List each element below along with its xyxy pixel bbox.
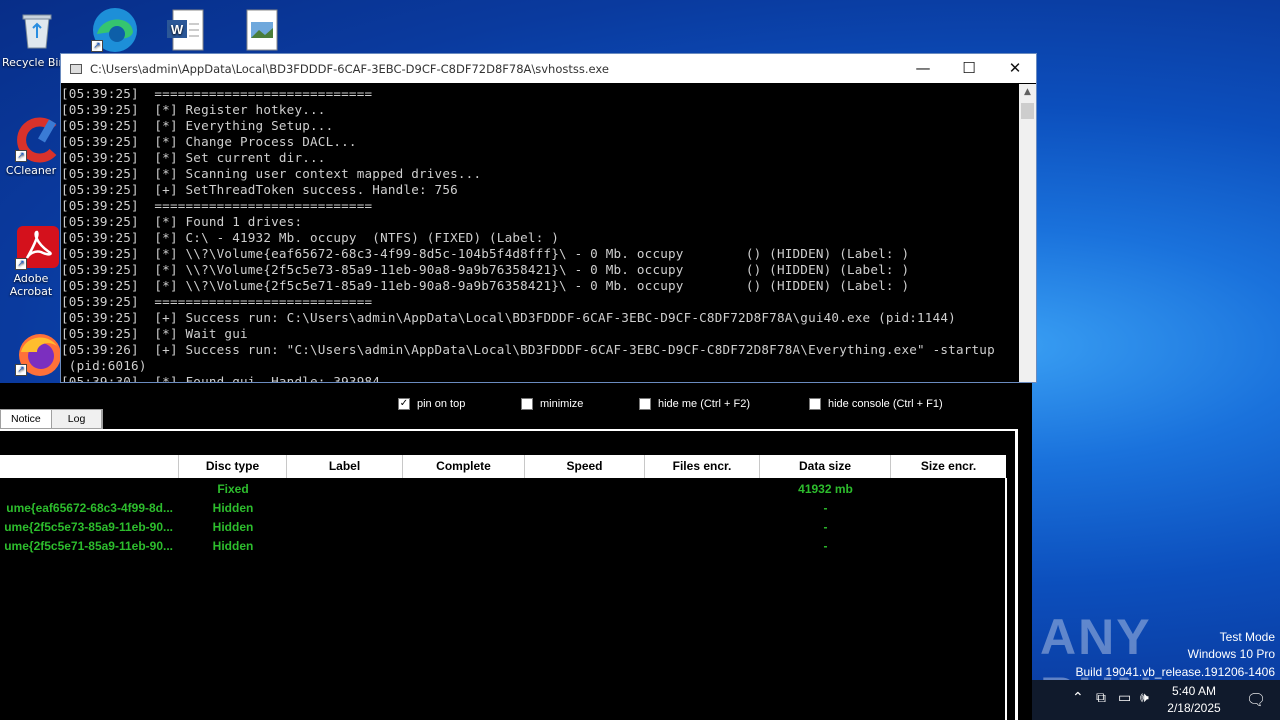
table-row[interactable]: Fixed 41932 mb: [0, 480, 1006, 499]
checkbox-label: hide console (Ctrl + F1): [828, 398, 943, 410]
console-title: C:\Users\admin\AppData\Local\BD3FDDDF-6C…: [90, 61, 609, 76]
console-line: [05:39:25] [+] SetThreadToken success. H…: [61, 182, 458, 197]
firefox-icon: ↗: [15, 330, 61, 376]
shortcut-arrow-icon: ↗: [15, 364, 27, 376]
image-file-icon: [239, 8, 283, 52]
console-line: [05:39:25] [*] \\?\Volume{eaf65672-68c3-…: [61, 246, 910, 261]
ccleaner-icon: ↗: [15, 116, 59, 163]
table-row[interactable]: ume{2f5c5e71-85a9-11eb-90... Hidden -: [0, 537, 1006, 556]
word-doc-icon: W: [163, 8, 207, 52]
drives-panel: Disc type Label Complete Speed Files enc…: [0, 429, 1018, 720]
close-button[interactable]: ✕: [992, 54, 1038, 83]
gui-options-bar: ✓ pin on top minimize hide me (Ctrl + F2…: [394, 383, 1032, 428]
desktop-icon-label: CCleaner: [5, 164, 57, 177]
taskbar: ⌃ ⧉ ▭ 🕪 5:40 AM 2/18/2025 🗨: [1032, 680, 1280, 720]
shortcut-arrow-icon: ↗: [15, 258, 27, 270]
recycle-bin-icon: [15, 8, 59, 52]
tab-notice[interactable]: Notice: [1, 410, 52, 428]
console-line: [05:39:25] [*] Found 1 drives:: [61, 214, 303, 229]
shortcut-arrow-icon: ↗: [91, 40, 103, 52]
console-scrollbar[interactable]: ▲: [1019, 84, 1036, 382]
column-header-path[interactable]: [0, 455, 179, 478]
checkmark-icon: ✓: [398, 398, 410, 410]
column-header-speed[interactable]: Speed: [525, 455, 645, 478]
desktop-icon-label: Adobe Acrobat: [9, 272, 53, 298]
column-header-complete[interactable]: Complete: [403, 455, 525, 478]
acrobat-icon: ↗: [15, 224, 59, 270]
table-row[interactable]: ume{eaf65672-68c3-4f99-8d... Hidden -: [0, 499, 1006, 518]
console-line: (pid:6016): [61, 358, 147, 373]
chevron-up-icon[interactable]: ⌃: [1072, 690, 1084, 706]
ransom-gui-window: Notice Log ✓ pin on top minimize hide me…: [0, 383, 1032, 720]
console-line: [05:39:26] [+] Success run: "C:\Users\ad…: [61, 342, 995, 357]
desktop-icon-word-doc[interactable]: W: [150, 8, 220, 56]
console-titlebar[interactable]: C:\Users\admin\AppData\Local\BD3FDDDF-6C…: [61, 54, 1036, 83]
checkbox-label: pin on top: [417, 398, 466, 410]
console-line: [05:39:25] [*] Register hotkey...: [61, 102, 326, 117]
desktop-icon-edge[interactable]: ↗: [78, 6, 148, 54]
computer-icon[interactable]: ▭: [1118, 690, 1131, 706]
table-row[interactable]: ume{2f5c5e73-85a9-11eb-90... Hidden -: [0, 518, 1006, 537]
minimize-checkbox[interactable]: minimize: [521, 398, 583, 410]
console-line: [05:39:25] [*] Wait gui: [61, 326, 248, 341]
column-header-size-encr[interactable]: Size encr.: [891, 455, 1006, 478]
system-clock[interactable]: 5:40 AM 2/18/2025: [1158, 683, 1230, 717]
edge-icon: ↗: [91, 6, 137, 52]
hide-me-checkbox[interactable]: hide me (Ctrl + F2): [639, 398, 750, 410]
console-app-icon: [70, 63, 82, 74]
console-line: [05:39:25] ============================: [61, 294, 373, 309]
network-icon[interactable]: ⧉: [1096, 690, 1106, 706]
clock-date: 2/18/2025: [1167, 701, 1221, 715]
table-header: Disc type Label Complete Speed Files enc…: [0, 455, 1006, 478]
gui-tab-bar: Notice Log: [0, 409, 104, 429]
column-header-data-size[interactable]: Data size: [760, 455, 891, 478]
console-output[interactable]: [05:39:25] ============================ …: [61, 84, 1018, 382]
speaker-icon[interactable]: 🕪: [1140, 690, 1149, 706]
console-line: [05:39:25] ============================: [61, 198, 373, 213]
console-line: [05:39:25] [*] Set current dir...: [61, 150, 326, 165]
desktop-icon-label: Recycle Bin: [2, 56, 60, 69]
scrollbar-thumb[interactable]: [1021, 103, 1034, 119]
console-line: [05:39:25] [*] Everything Setup...: [61, 118, 334, 133]
maximize-button[interactable]: ☐: [946, 54, 992, 83]
column-header-label[interactable]: Label: [287, 455, 403, 478]
clock-time: 5:40 AM: [1171, 684, 1217, 698]
console-line: [05:39:25] ============================: [61, 86, 373, 101]
watermark-build: Build 19041.vb_release.191206-1406: [1075, 665, 1276, 679]
console-line: [05:39:25] [*] Scanning user context map…: [61, 166, 482, 181]
column-header-files-encr[interactable]: Files encr.: [645, 455, 760, 478]
console-line: [05:39:25] [*] C:\ - 41932 Mb. occupy (N…: [61, 230, 560, 245]
checkbox-label: hide me (Ctrl + F2): [658, 398, 750, 410]
pin-on-top-checkbox[interactable]: ✓ pin on top: [398, 398, 465, 410]
console-line: [05:39:30] [*] Found gui. Handle: 393984: [61, 374, 381, 382]
minimize-button[interactable]: —: [900, 54, 946, 83]
console-line: [05:39:25] [*] Change Process DACL...: [61, 134, 357, 149]
shortcut-arrow-icon: ↗: [15, 150, 27, 162]
console-line: [05:39:25] [+] Success run: C:\Users\adm…: [61, 310, 956, 325]
watermark-edition: Windows 10 Pro: [1187, 647, 1275, 661]
scroll-up-icon[interactable]: ▲: [1019, 84, 1036, 101]
notification-icon[interactable]: 🗨: [1246, 690, 1266, 709]
tab-log[interactable]: Log: [52, 410, 103, 428]
table-divider: [1005, 478, 1007, 720]
hide-console-checkbox[interactable]: hide console (Ctrl + F1): [809, 398, 943, 410]
console-line: [05:39:25] [*] \\?\Volume{2f5c5e71-85a9-…: [61, 278, 910, 293]
column-header-disc-type[interactable]: Disc type: [179, 455, 287, 478]
console-window: C:\Users\admin\AppData\Local\BD3FDDDF-6C…: [60, 53, 1037, 383]
watermark-test-mode: Test Mode: [1219, 630, 1275, 644]
desktop-icon-image-file[interactable]: [226, 8, 296, 56]
svg-text:W: W: [171, 22, 184, 37]
checkbox-label: minimize: [540, 398, 584, 410]
console-line: [05:39:25] [*] \\?\Volume{2f5c5e73-85a9-…: [61, 262, 910, 277]
